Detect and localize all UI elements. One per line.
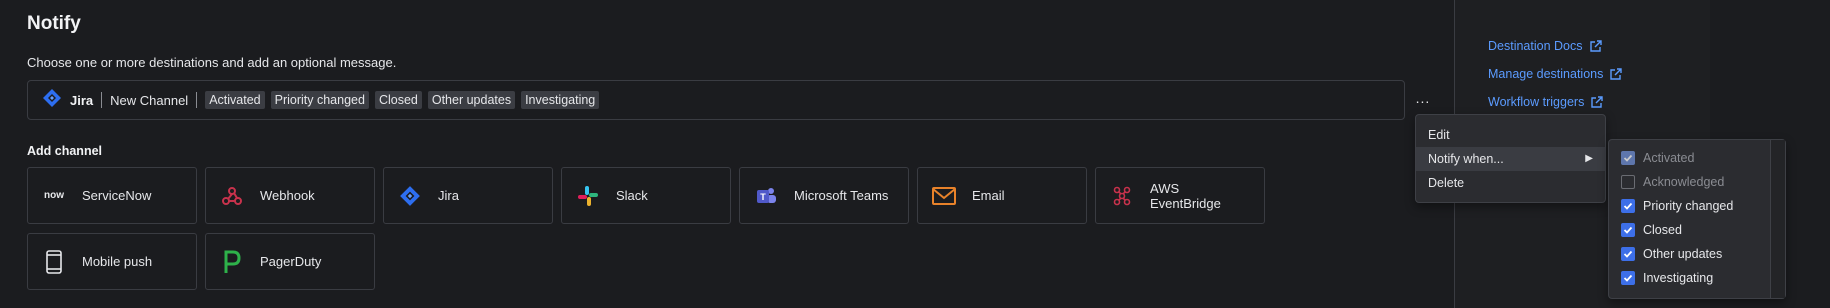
external-link-icon — [1610, 67, 1623, 80]
menu-item-label: Notify when... — [1428, 152, 1504, 166]
checkbox-checked[interactable] — [1621, 271, 1635, 285]
tag-investigating: Investigating — [521, 91, 600, 109]
menu-item-notify-when[interactable]: Notify when... ▶ — [1416, 147, 1605, 171]
option-priority-changed[interactable]: Priority changed — [1621, 199, 1733, 213]
add-email-button[interactable]: Email — [917, 167, 1087, 224]
servicenow-icon: now — [44, 190, 64, 201]
tile-label: ServiceNow — [82, 188, 152, 203]
link-label: Manage destinations — [1488, 67, 1604, 81]
external-link-icon — [1589, 39, 1602, 52]
option-label: Investigating — [1643, 271, 1714, 285]
checkbox-checked[interactable] — [1621, 199, 1635, 213]
separator — [101, 92, 103, 108]
option-label: Activated — [1643, 151, 1695, 165]
destination-docs-link[interactable]: Destination Docs — [1488, 39, 1602, 53]
option-label: Priority changed — [1643, 199, 1734, 213]
add-channel-label: Add channel — [27, 144, 103, 158]
pagerduty-icon — [220, 250, 244, 274]
tile-label: PagerDuty — [260, 254, 322, 269]
add-mobile-push-button[interactable]: Mobile push — [27, 233, 197, 290]
email-icon — [932, 184, 956, 208]
tile-label: Mobile push — [82, 254, 153, 269]
add-webhook-button[interactable]: Webhook — [205, 167, 375, 224]
teams-icon: T — [754, 184, 778, 208]
notify-section: Notify Choose one or more destinations a… — [0, 0, 1454, 308]
add-microsoft-teams-button[interactable]: T Microsoft Teams — [739, 167, 909, 224]
section-title: Notify — [27, 13, 81, 34]
channel-context-menu: Edit Notify when... ▶ Delete — [1415, 114, 1606, 203]
tile-label: Microsoft Teams — [794, 188, 889, 203]
add-slack-button[interactable]: Slack — [561, 167, 731, 224]
mobile-icon — [42, 249, 66, 274]
notify-when-submenu: Activated Acknowledged Priority changed … — [1608, 139, 1786, 299]
more-options-button[interactable]: ... — [1413, 91, 1433, 108]
option-label: Acknowledged — [1643, 175, 1725, 189]
webhook-icon — [220, 184, 244, 208]
menu-item-delete[interactable]: Delete — [1416, 171, 1605, 195]
separator — [196, 92, 198, 108]
checkbox-checked-disabled — [1621, 151, 1635, 165]
checkbox-unchecked-disabled — [1621, 175, 1635, 189]
menu-item-edit[interactable]: Edit — [1416, 123, 1605, 147]
trigger-tags: Activated Priority changed Closed Other … — [205, 91, 605, 109]
tile-label: Webhook — [260, 188, 315, 203]
tag-activated: Activated — [205, 91, 265, 109]
menu-item-label: Delete — [1428, 176, 1465, 190]
jira-icon — [398, 184, 422, 208]
tile-label: Email — [972, 188, 1005, 203]
submenu-scrollbar[interactable] — [1770, 140, 1785, 298]
add-pagerduty-button[interactable]: PagerDuty — [205, 233, 375, 290]
checkbox-checked[interactable] — [1621, 247, 1635, 261]
configured-channel-row[interactable]: Jira New Channel Activated Priority chan… — [27, 80, 1405, 120]
option-label: Other updates — [1643, 247, 1723, 261]
menu-item-label: Edit — [1428, 128, 1450, 142]
manage-destinations-link[interactable]: Manage destinations — [1488, 67, 1623, 81]
option-label: Closed — [1643, 223, 1682, 237]
add-jira-button[interactable]: Jira — [383, 167, 553, 224]
add-aws-eventbridge-button[interactable]: AWS EventBridge — [1095, 167, 1265, 224]
option-investigating[interactable]: Investigating — [1621, 271, 1713, 285]
chevron-right-icon: ▶ — [1585, 153, 1593, 164]
channel-name: New Channel — [110, 92, 189, 108]
link-label: Workflow triggers — [1488, 95, 1585, 109]
slack-icon — [576, 184, 600, 208]
tag-closed: Closed — [374, 91, 422, 109]
option-activated: Activated — [1621, 151, 1694, 165]
tile-label: Slack — [616, 188, 648, 203]
tile-label: AWS EventBridge — [1150, 180, 1221, 211]
workflow-triggers-link[interactable]: Workflow triggers — [1488, 95, 1604, 109]
option-acknowledged: Acknowledged — [1621, 175, 1724, 189]
channel-type: Jira — [70, 92, 94, 108]
option-closed[interactable]: Closed — [1621, 223, 1682, 237]
option-other-updates[interactable]: Other updates — [1621, 247, 1722, 261]
svg-text:T: T — [760, 192, 766, 202]
checkbox-checked[interactable] — [1621, 223, 1635, 237]
eventbridge-icon — [1110, 184, 1134, 208]
add-servicenow-button[interactable]: now ServiceNow — [27, 167, 197, 224]
tag-priority-changed: Priority changed — [270, 91, 369, 109]
tag-other-updates: Other updates — [427, 91, 516, 109]
external-link-icon — [1591, 95, 1604, 108]
tile-label: Jira — [438, 188, 459, 203]
link-label: Destination Docs — [1488, 39, 1583, 53]
jira-icon — [42, 88, 62, 113]
section-subtitle: Choose one or more destinations and add … — [27, 55, 397, 70]
